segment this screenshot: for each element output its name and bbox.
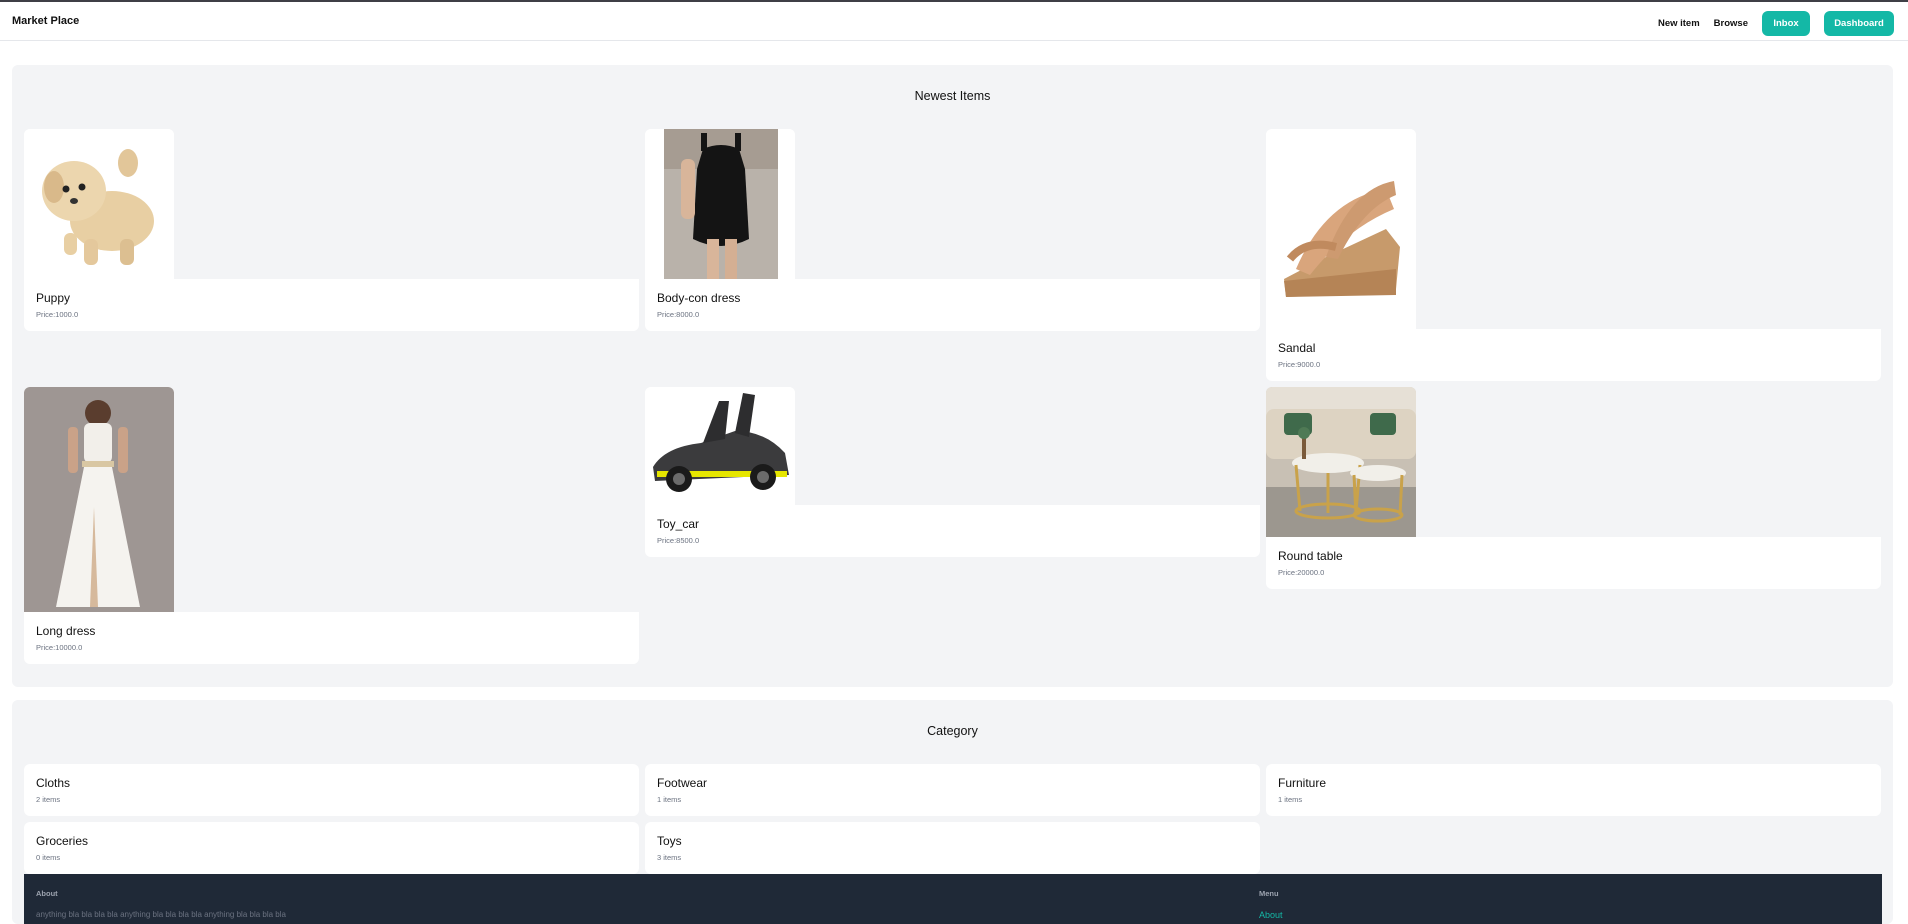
- category-count: 0 items: [36, 853, 61, 862]
- item-card-puppy[interactable]: Puppy Price:1000.0: [24, 129, 639, 331]
- footer-about-heading: About: [36, 889, 58, 898]
- item-price: Price:8500.0: [657, 536, 700, 545]
- brand-logo[interactable]: Market Place: [12, 15, 79, 27]
- toy-car-image[interactable]: [645, 387, 795, 505]
- category-count: 1 items: [657, 795, 682, 804]
- category-name: Cloths: [36, 776, 71, 790]
- footer-about-text: anything bla bla bla bla anything bla bl…: [36, 910, 286, 919]
- item-card-round-table[interactable]: Round table Price:20000.0: [1266, 387, 1881, 589]
- category-card-cloths[interactable]: Cloths 2 items: [24, 764, 639, 816]
- new-item-link[interactable]: New item: [1658, 18, 1700, 29]
- item-price: Price:8000.0: [657, 310, 700, 319]
- item-name[interactable]: Sandal: [1278, 341, 1869, 355]
- top-navbar: Market Place New item Browse Inbox Dashb…: [0, 0, 1908, 41]
- item-card-body: Puppy Price:1000.0: [24, 279, 639, 331]
- black-dress-image[interactable]: [645, 129, 795, 279]
- item-price: Price:9000.0: [1278, 360, 1321, 369]
- item-price: Price:20000.0: [1278, 568, 1325, 577]
- category-name: Toys: [657, 834, 682, 848]
- footer-menu-about-link[interactable]: About: [1259, 910, 1283, 920]
- puppy-plush-image[interactable]: [24, 129, 174, 279]
- category-card-footwear[interactable]: Footwear 1 items: [645, 764, 1260, 816]
- item-card-toy-car[interactable]: Toy_car Price:8500.0: [645, 387, 1260, 557]
- dashboard-button[interactable]: Dashboard: [1824, 11, 1894, 36]
- nav-links: New item Browse Inbox Dashboard: [1644, 11, 1894, 36]
- item-name[interactable]: Toy_car: [657, 517, 1248, 531]
- category-card-toys[interactable]: Toys 3 items: [645, 822, 1260, 874]
- round-table-image[interactable]: [1266, 387, 1416, 537]
- item-name[interactable]: Long dress: [36, 624, 627, 638]
- item-card-body: Round table Price:20000.0: [1266, 537, 1881, 589]
- category-count: 2 items: [36, 795, 61, 804]
- white-gown-image[interactable]: [24, 387, 174, 612]
- item-card-body: Toy_car Price:8500.0: [645, 505, 1260, 557]
- item-card-body: Sandal Price:9000.0: [1266, 329, 1881, 381]
- item-card-long-dress[interactable]: Long dress Price:10000.0: [24, 387, 639, 664]
- inbox-button[interactable]: Inbox: [1762, 11, 1810, 36]
- newest-items-section: Newest Items Puppy Price:1000.0 Body-con…: [12, 65, 1893, 687]
- category-count: 3 items: [657, 853, 682, 862]
- item-card-body: Long dress Price:10000.0: [24, 612, 639, 664]
- category-name: Groceries: [36, 834, 89, 848]
- item-card-body: Body-con dress Price:8000.0: [645, 279, 1260, 331]
- item-card-body-con-dress[interactable]: Body-con dress Price:8000.0: [645, 129, 1260, 331]
- item-name[interactable]: Round table: [1278, 549, 1869, 563]
- footer-menu-heading: Menu: [1259, 889, 1279, 898]
- item-name[interactable]: Puppy: [36, 291, 627, 305]
- item-price: Price:1000.0: [36, 310, 79, 319]
- sandal-image[interactable]: [1266, 129, 1416, 329]
- site-footer: About anything bla bla bla bla anything …: [24, 874, 1882, 924]
- category-card-groceries[interactable]: Groceries 0 items: [24, 822, 639, 874]
- category-title: Category: [927, 724, 978, 738]
- browse-link[interactable]: Browse: [1714, 18, 1748, 29]
- newest-items-title: Newest Items: [914, 89, 991, 103]
- item-card-sandal[interactable]: Sandal Price:9000.0: [1266, 129, 1881, 381]
- category-card-furniture[interactable]: Furniture 1 items: [1266, 764, 1881, 816]
- item-price: Price:10000.0: [36, 643, 83, 652]
- category-name: Footwear: [657, 776, 708, 790]
- item-name[interactable]: Body-con dress: [657, 291, 1248, 305]
- category-count: 1 items: [1278, 795, 1303, 804]
- category-name: Furniture: [1278, 776, 1327, 790]
